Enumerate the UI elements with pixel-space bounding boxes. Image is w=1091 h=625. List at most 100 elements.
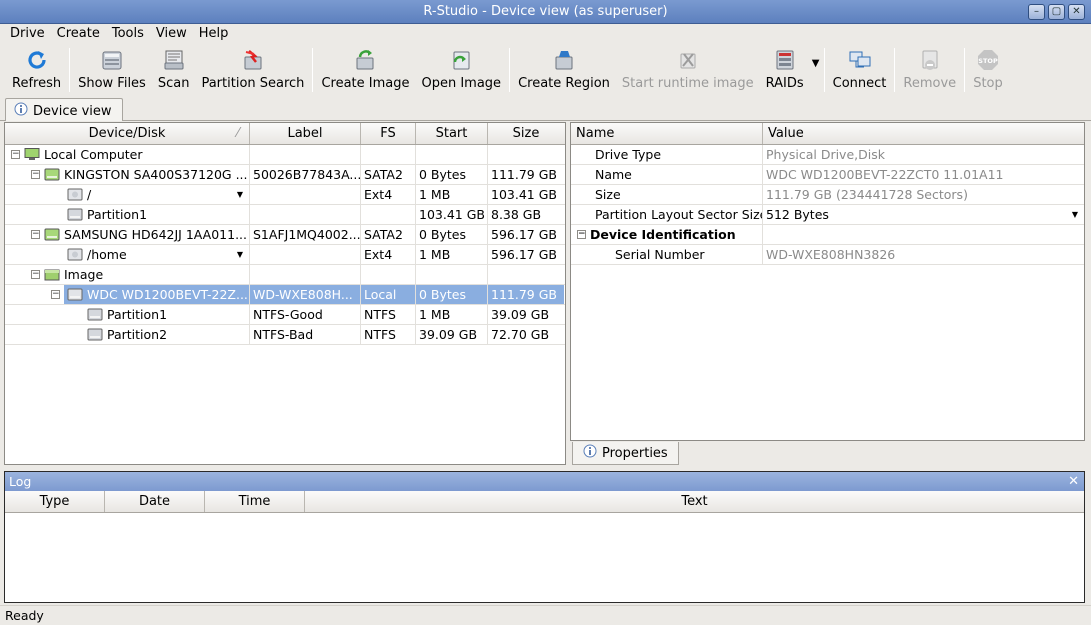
column-value[interactable]: Value — [763, 123, 1084, 144]
menu-view[interactable]: View — [150, 24, 193, 44]
menu-create[interactable]: Create — [51, 24, 106, 44]
table-row[interactable]: − KINGSTON SA400S37120G ... 50026B77843A… — [5, 165, 565, 185]
collapse-toggle[interactable]: − — [31, 230, 40, 239]
chevron-down-icon[interactable]: ▼ — [237, 190, 243, 199]
collapse-toggle[interactable]: − — [11, 150, 20, 159]
show-files-label: Show Files — [78, 76, 146, 91]
table-row[interactable]: /home ▼ Ext4 1 MB 596.17 GB — [5, 245, 565, 265]
device-fs: NTFS — [361, 325, 416, 344]
column-size[interactable]: Size — [488, 123, 564, 144]
menu-drive[interactable]: Drive — [4, 24, 51, 44]
toolbar-separator — [312, 48, 314, 92]
stop-icon: STOP — [975, 48, 1001, 72]
property-name: Partition Layout Sector Size — [571, 205, 763, 224]
create-region-button[interactable]: Create Region — [512, 45, 616, 95]
device-name: Partition2 — [107, 327, 168, 342]
menu-help[interactable]: Help — [193, 24, 235, 44]
remove-icon — [917, 48, 943, 72]
column-time[interactable]: Time — [205, 491, 305, 512]
show-files-button[interactable]: Show Files — [72, 45, 152, 95]
maximize-button[interactable]: ▢ — [1048, 4, 1065, 20]
property-row[interactable]: Drive Type Physical Drive,Disk — [571, 145, 1084, 165]
tab-properties[interactable]: Properties — [572, 442, 679, 465]
device-fs — [361, 205, 416, 224]
table-row[interactable]: Partition1 NTFS-Good NTFS 1 MB 39.09 GB — [5, 305, 565, 325]
menu-tools[interactable]: Tools — [106, 24, 150, 44]
property-value-dropdown[interactable]: 512 Bytes ▼ — [763, 205, 1084, 224]
toolbar-separator — [894, 48, 896, 92]
device-tree-panel: Device/Disk ⁄ Label FS Start Size − Loca… — [4, 122, 566, 465]
column-text[interactable]: Text — [305, 491, 1084, 512]
column-date[interactable]: Date — [105, 491, 205, 512]
raids-button[interactable]: RAIDs — [760, 45, 810, 95]
table-row[interactable]: Partition2 NTFS-Bad NTFS 39.09 GB 72.70 … — [5, 325, 565, 345]
property-row[interactable]: Name WDC WD1200BEVT-22ZCT0 11.01A11 — [571, 165, 1084, 185]
table-row[interactable]: Partition1 103.41 GB 8.38 GB — [5, 205, 565, 225]
device-start: 103.41 GB — [416, 205, 488, 224]
log-close-icon[interactable]: ✕ — [1068, 474, 1079, 489]
column-label[interactable]: Label — [250, 123, 361, 144]
start-runtime-image-button[interactable]: Start runtime image — [616, 45, 760, 95]
partition-search-label: Partition Search — [201, 76, 305, 91]
table-row-selected[interactable]: − WDC WD1200BEVT-22Z... WD-WXE808H... Lo… — [5, 285, 565, 305]
create-image-button[interactable]: Create Image — [315, 45, 415, 95]
property-row[interactable]: Serial Number WD-WXE808HN3826 — [571, 245, 1084, 265]
column-name[interactable]: Name — [571, 123, 763, 144]
close-button[interactable]: ✕ — [1068, 4, 1085, 20]
chevron-down-icon[interactable]: ▼ — [237, 250, 243, 259]
device-fs: Ext4 — [361, 245, 416, 264]
create-image-label: Create Image — [321, 76, 410, 91]
toolbar-separator — [509, 48, 511, 92]
info-icon — [14, 102, 28, 120]
tab-device-view[interactable]: Device view — [5, 98, 123, 121]
collapse-toggle[interactable]: − — [51, 290, 60, 299]
remove-button[interactable]: Remove — [897, 45, 962, 95]
property-row[interactable]: Partition Layout Sector Size 512 Bytes ▼ — [571, 205, 1084, 225]
device-size: 111.79 GB — [488, 285, 564, 304]
status-bar: Ready — [0, 605, 1091, 625]
open-image-button[interactable]: Open Image — [415, 45, 507, 95]
raids-dropdown-arrow[interactable]: ▼ — [810, 45, 822, 95]
property-value: Physical Drive,Disk — [766, 147, 885, 162]
table-row[interactable]: − SAMSUNG HD642JJ 1AA011... S1AFJ1MQ4002… — [5, 225, 565, 245]
partition-search-button[interactable]: Partition Search — [195, 45, 310, 95]
toolbar-separator — [964, 48, 966, 92]
table-row[interactable]: / ▼ Ext4 1 MB 103.41 GB — [5, 185, 565, 205]
device-size — [488, 145, 564, 164]
table-row[interactable]: − Local Computer — [5, 145, 565, 165]
start-runtime-image-label: Start runtime image — [621, 76, 754, 91]
collapse-toggle[interactable]: − — [31, 170, 40, 179]
property-name: Name — [571, 165, 763, 184]
property-group-row[interactable]: − Device Identification — [571, 225, 1084, 245]
stop-icon-text: STOP — [978, 57, 998, 65]
device-label: NTFS-Bad — [250, 325, 361, 344]
property-value: WDC WD1200BEVT-22ZCT0 11.01A11 — [766, 167, 1004, 182]
column-start[interactable]: Start — [416, 123, 488, 144]
device-fs — [361, 145, 416, 164]
property-name: Drive Type — [571, 145, 763, 164]
chevron-down-icon[interactable]: ▼ — [1072, 210, 1078, 219]
refresh-button[interactable]: Refresh — [6, 45, 67, 95]
column-type[interactable]: Type — [5, 491, 105, 512]
collapse-toggle[interactable]: − — [31, 270, 40, 279]
disk-green-icon — [44, 228, 60, 241]
create-image-icon — [352, 48, 378, 72]
stop-button[interactable]: STOP Stop — [967, 45, 1009, 95]
disk-icon — [67, 288, 83, 301]
device-name: Partition1 — [87, 207, 148, 222]
device-fs: Ext4 — [361, 185, 416, 204]
table-row[interactable]: − Image — [5, 265, 565, 285]
collapse-toggle[interactable]: − — [577, 230, 586, 239]
device-size: 72.70 GB — [491, 327, 550, 342]
column-device-disk[interactable]: Device/Disk ⁄ — [5, 123, 250, 144]
minimize-button[interactable]: – — [1028, 4, 1045, 20]
connect-button[interactable]: Connect — [827, 45, 893, 95]
device-label: WD-WXE808H... — [250, 285, 361, 304]
column-fs[interactable]: FS — [361, 123, 416, 144]
device-label: 50026B77843A... — [250, 165, 361, 184]
scan-label: Scan — [157, 76, 190, 91]
scan-button[interactable]: Scan — [152, 45, 196, 95]
property-row[interactable]: Size 111.79 GB (234441728 Sectors) — [571, 185, 1084, 205]
device-start: 39.09 GB — [416, 325, 488, 344]
device-name: Partition1 — [107, 307, 168, 322]
